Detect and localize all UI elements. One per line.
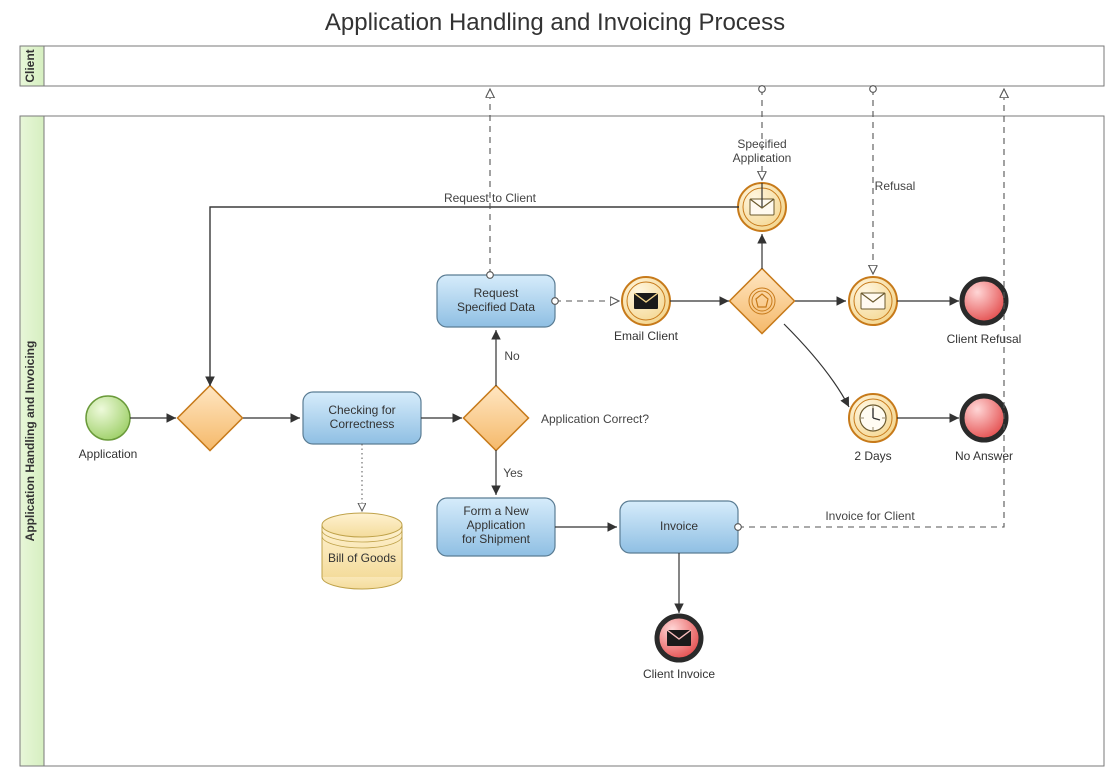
svg-text:Request: Request bbox=[474, 286, 519, 300]
label-no: No bbox=[504, 349, 520, 363]
event-timer: 2 Days bbox=[849, 394, 897, 463]
envelope-light-icon bbox=[861, 293, 885, 309]
pool-main-label: Application Handling and Invoicing bbox=[23, 341, 37, 542]
task-invoice: Invoice bbox=[620, 501, 738, 553]
envelope-dark-icon bbox=[667, 630, 691, 646]
task-checking: Checking for Correctness bbox=[303, 392, 421, 444]
svg-text:Application: Application bbox=[733, 151, 792, 165]
svg-text:Correctness: Correctness bbox=[330, 417, 395, 431]
task-form: Form a New Application for Shipment bbox=[437, 498, 555, 556]
clock-icon bbox=[860, 405, 886, 431]
start-event-label: Application bbox=[79, 447, 138, 461]
event-email-client-label: Email Client bbox=[614, 329, 679, 343]
label-refusal: Refusal bbox=[875, 179, 916, 193]
svg-text:Specified: Specified bbox=[737, 137, 786, 151]
gateway-decision-label: Application Correct? bbox=[541, 412, 649, 426]
svg-text:Application: Application bbox=[467, 518, 526, 532]
envelope-dark-icon bbox=[634, 293, 658, 309]
svg-text:Form a New: Form a New bbox=[463, 504, 529, 518]
data-store-label: Bill of Goods bbox=[328, 551, 396, 565]
task-request: Request Specified Data bbox=[437, 275, 555, 327]
task-invoice-label: Invoice bbox=[660, 519, 698, 533]
pool-client-label: Client bbox=[23, 49, 37, 82]
pool-main: Application Handling and Invoicing bbox=[20, 116, 1104, 766]
label-invoice-for: Invoice for Client bbox=[825, 509, 915, 523]
label-yes: Yes bbox=[503, 466, 523, 480]
end-event-invoice-label: Client Invoice bbox=[643, 667, 715, 681]
label-req-to-client: Request to Client bbox=[444, 191, 537, 205]
end-event-refusal-label: Client Refusal bbox=[947, 332, 1022, 346]
pool-client: Client bbox=[20, 46, 1104, 86]
svg-text:Specified Data: Specified Data bbox=[457, 300, 535, 314]
bpmn-diagram: Application Handling and Invoicing Proce… bbox=[0, 0, 1111, 783]
data-store-bill: Bill of Goods bbox=[322, 513, 402, 589]
svg-text:Checking for: Checking for bbox=[328, 403, 395, 417]
diagram-title: Application Handling and Invoicing Proce… bbox=[325, 9, 785, 36]
event-timer-label: 2 Days bbox=[854, 449, 891, 463]
svg-text:for Shipment: for Shipment bbox=[462, 532, 531, 546]
event-refusal-msg bbox=[849, 277, 897, 325]
